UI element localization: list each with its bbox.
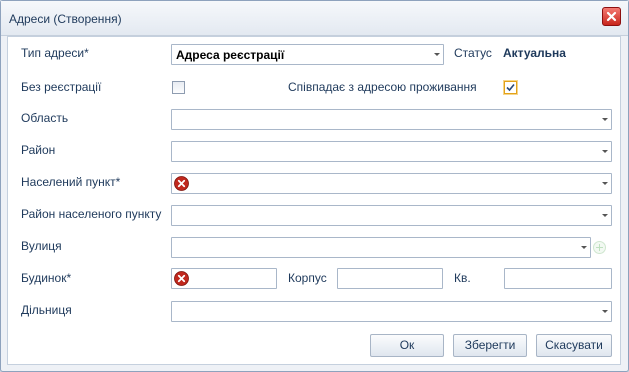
address-type-value: Адреса реєстрації	[176, 48, 285, 62]
locality-select[interactable]	[171, 173, 612, 194]
precinct-select[interactable]	[171, 301, 612, 322]
save-button[interactable]: Зберегти	[453, 334, 527, 357]
chevron-down-icon	[602, 118, 608, 121]
block-input[interactable]	[337, 268, 443, 289]
building-input[interactable]	[171, 268, 277, 289]
add-street-icon[interactable]	[593, 241, 606, 254]
form-panel: Тип адреси* Адреса реєстрації Статус Акт…	[7, 36, 621, 365]
address-type-select[interactable]: Адреса реєстрації	[171, 44, 444, 65]
locality-district-select[interactable]	[171, 205, 612, 226]
title-bar: Адреси (Створення)	[1, 1, 628, 36]
cancel-button[interactable]: Скасувати	[536, 334, 612, 357]
same-as-residence-checkbox[interactable]	[504, 81, 517, 94]
chevron-down-icon	[602, 310, 608, 313]
chevron-down-icon	[602, 182, 608, 185]
ok-button[interactable]: Ок	[370, 334, 444, 357]
chevron-down-icon	[434, 53, 440, 56]
apartment-input[interactable]	[504, 268, 612, 289]
region-select[interactable]	[171, 109, 612, 130]
street-label: Вулиця	[21, 239, 62, 253]
same-as-residence-label: Співпадає з адресою проживання	[288, 80, 477, 94]
error-icon	[174, 176, 189, 191]
error-icon	[174, 271, 189, 286]
building-label: Будинок*	[21, 271, 72, 285]
close-icon	[606, 11, 617, 22]
locality-label: Населений пункт*	[21, 175, 121, 189]
street-select[interactable]	[171, 237, 591, 258]
address-type-label: Тип адреси*	[21, 46, 89, 60]
chevron-down-icon	[581, 246, 587, 249]
block-label: Корпус	[288, 271, 327, 285]
close-button[interactable]	[602, 7, 621, 26]
status-label: Статус	[454, 46, 492, 60]
chevron-down-icon	[602, 214, 608, 217]
locality-district-label: Район населеного пункту	[21, 207, 162, 221]
status-value: Актуальна	[503, 46, 566, 60]
checkmark-icon	[506, 83, 515, 92]
no-registration-checkbox[interactable]	[172, 81, 185, 94]
address-dialog: Адреси (Створення) Тип адреси* Адреса ре…	[0, 0, 629, 372]
precinct-label: Дільниця	[21, 303, 72, 317]
no-registration-label: Без реєстрації	[21, 80, 102, 94]
district-select[interactable]	[171, 141, 612, 162]
dialog-title: Адреси (Створення)	[9, 12, 122, 26]
apartment-label: Кв.	[454, 271, 471, 285]
chevron-down-icon	[602, 150, 608, 153]
district-label: Район	[21, 143, 56, 157]
region-label: Область	[21, 111, 69, 125]
